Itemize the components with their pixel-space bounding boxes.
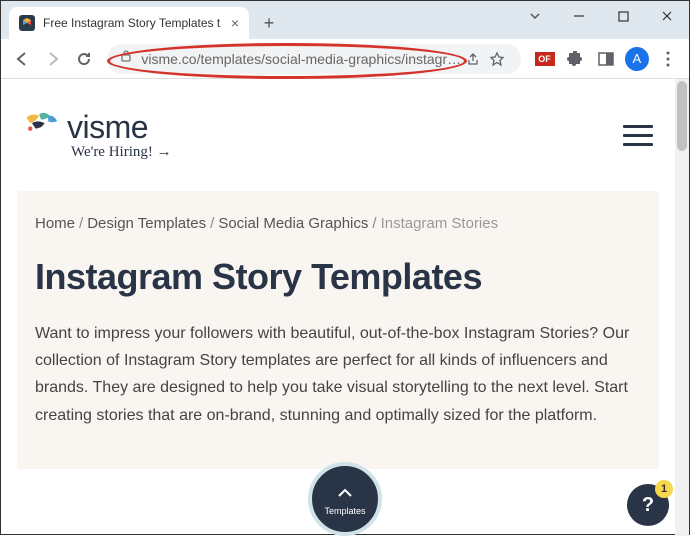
forward-button[interactable] bbox=[40, 44, 67, 74]
browser-titlebar: Free Instagram Story Templates t × + bbox=[1, 1, 689, 39]
hamburger-menu-icon[interactable] bbox=[623, 119, 653, 152]
help-icon: ? bbox=[642, 494, 654, 517]
page-viewport: visme We're Hiring! → Home/Design Templa… bbox=[1, 79, 689, 536]
tab-favicon bbox=[19, 15, 35, 31]
breadcrumb-home[interactable]: Home bbox=[35, 215, 75, 232]
back-button[interactable] bbox=[9, 44, 36, 74]
reload-button[interactable] bbox=[71, 44, 98, 74]
breadcrumb-current: Instagram Stories bbox=[381, 215, 499, 232]
new-tab-button[interactable]: + bbox=[255, 9, 283, 37]
scroll-thumb[interactable] bbox=[677, 81, 687, 151]
minimize-button[interactable] bbox=[557, 1, 601, 31]
extension-of[interactable]: OF bbox=[531, 44, 558, 74]
help-fab[interactable]: ? 1 bbox=[627, 484, 669, 526]
bookmark-icon[interactable] bbox=[485, 51, 509, 67]
templates-fab[interactable]: Templates bbox=[308, 462, 382, 536]
breadcrumb-design-templates[interactable]: Design Templates bbox=[87, 215, 206, 232]
tab-close-icon[interactable]: × bbox=[231, 15, 239, 31]
maximize-button[interactable] bbox=[601, 1, 645, 31]
close-window-button[interactable] bbox=[645, 1, 689, 31]
url-text: visme.co/templates/social-media-graphics… bbox=[141, 51, 461, 67]
breadcrumb: Home/Design Templates/Social Media Graph… bbox=[35, 215, 641, 232]
profile-avatar[interactable]: A bbox=[623, 44, 650, 74]
help-badge: 1 bbox=[655, 480, 673, 498]
side-panel-icon[interactable] bbox=[593, 44, 620, 74]
scrollbar[interactable] bbox=[675, 79, 689, 536]
site-logo[interactable]: visme We're Hiring! → bbox=[23, 109, 172, 161]
visme-logo-icon bbox=[23, 110, 59, 145]
breadcrumb-social-media[interactable]: Social Media Graphics bbox=[218, 215, 368, 232]
logo-text: visme bbox=[67, 109, 148, 146]
hiring-link[interactable]: We're Hiring! → bbox=[71, 144, 172, 161]
page-description: Want to impress your followers with beau… bbox=[35, 320, 641, 429]
tab-title: Free Instagram Story Templates t bbox=[43, 16, 223, 30]
browser-toolbar: visme.co/templates/social-media-graphics… bbox=[1, 39, 689, 79]
hero-section: Home/Design Templates/Social Media Graph… bbox=[17, 191, 659, 469]
window-controls bbox=[513, 1, 689, 31]
page-title: Instagram Story Templates bbox=[35, 256, 641, 298]
browser-tab[interactable]: Free Instagram Story Templates t × bbox=[9, 7, 249, 39]
tab-search-icon[interactable] bbox=[513, 1, 557, 31]
site-info-icon[interactable] bbox=[119, 49, 133, 68]
kebab-menu-icon[interactable] bbox=[654, 44, 681, 74]
extensions-icon[interactable] bbox=[562, 44, 589, 74]
templates-fab-label: Templates bbox=[324, 506, 365, 516]
chevron-up-icon bbox=[336, 483, 354, 504]
site-header: visme We're Hiring! → bbox=[1, 79, 675, 179]
address-bar[interactable]: visme.co/templates/social-media-graphics… bbox=[107, 44, 521, 74]
share-icon[interactable] bbox=[461, 51, 485, 67]
